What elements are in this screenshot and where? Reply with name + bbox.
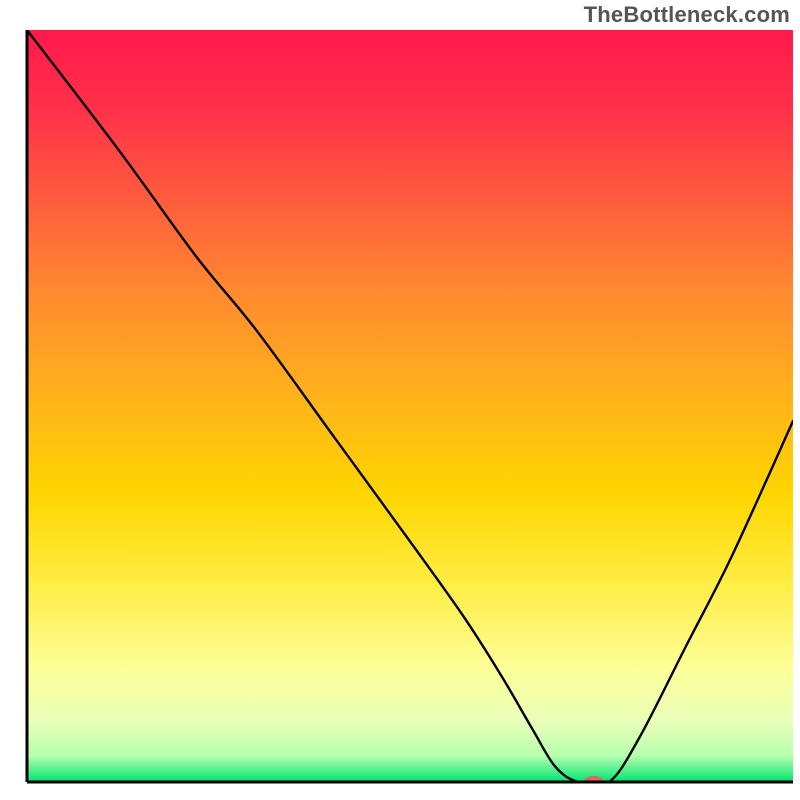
chart-frame: { "watermark": "TheBottleneck.com", "cha… — [0, 0, 800, 800]
watermark-label: TheBottleneck.com — [584, 2, 790, 28]
gradient-background — [27, 30, 793, 782]
bottleneck-chart — [0, 0, 800, 800]
